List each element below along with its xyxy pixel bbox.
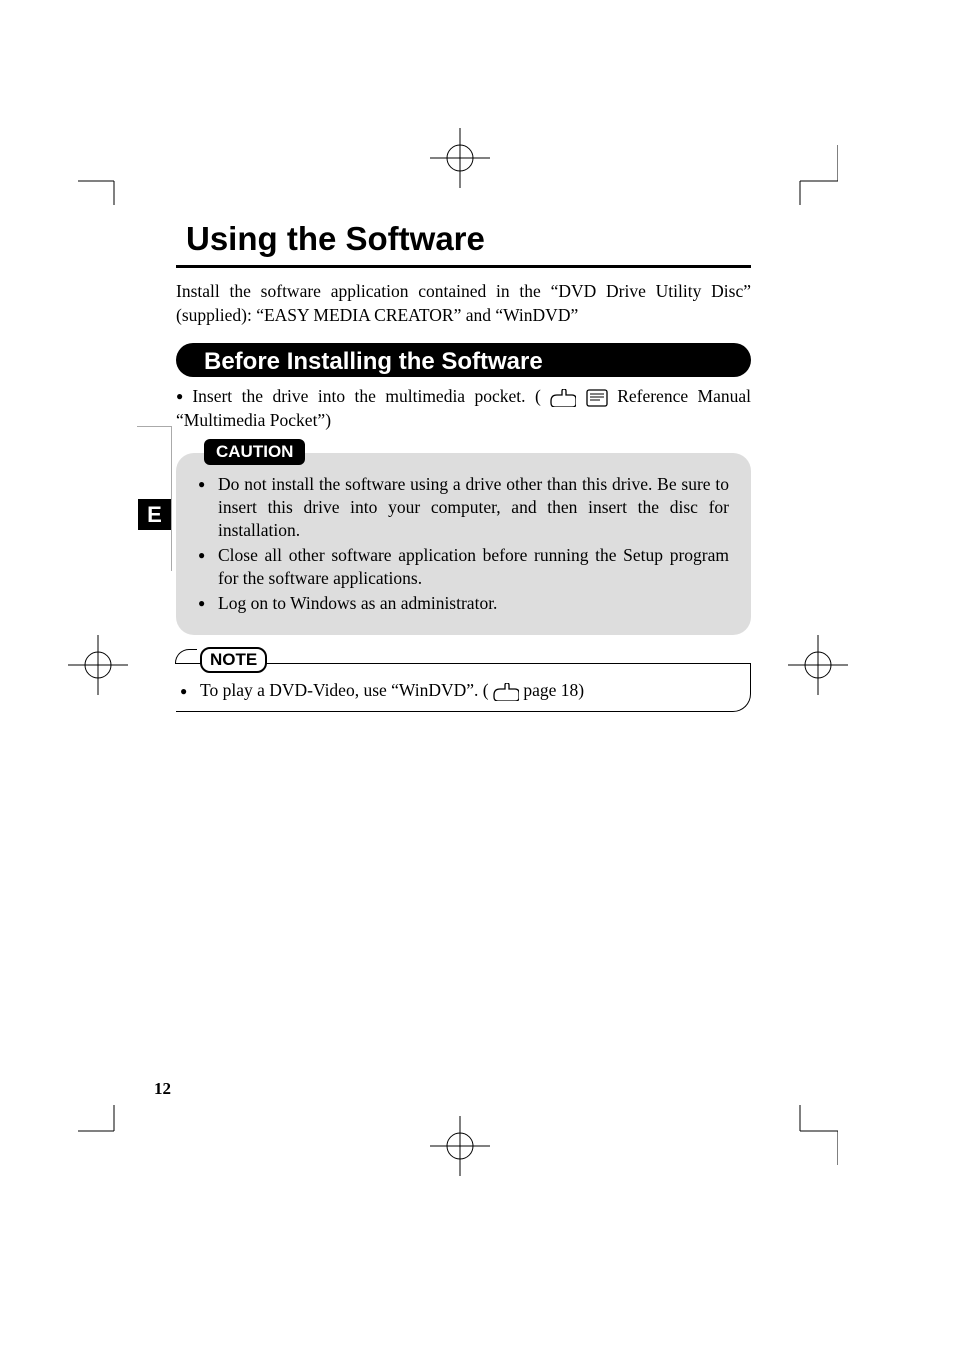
page-number: 12 [154, 1079, 171, 1099]
note-item-pre: To play a DVD-Video, use “WinDVD”. ( [200, 680, 489, 700]
intro-text: Install the software application contain… [176, 280, 751, 327]
section-header-text: Before Installing the Software [198, 343, 751, 379]
side-tab: E [138, 499, 171, 530]
hand-pointing-icon [550, 389, 576, 407]
caution-item: Close all other software application bef… [198, 544, 729, 590]
note-block: NOTE To play a DVD-Video, use “WinDVD”. … [176, 663, 751, 712]
hand-pointing-icon [493, 683, 519, 701]
note-item-post: page 18) [523, 680, 584, 700]
section-header: Before Installing the Software [176, 343, 751, 377]
note-label: NOTE [200, 647, 267, 673]
caution-item: Log on to Windows as an administrator. [198, 592, 729, 615]
note-item: To play a DVD-Video, use “WinDVD”. ( pag… [180, 680, 745, 701]
caution-block: CAUTION Do not install the software usin… [176, 453, 751, 636]
page-title: Using the Software [176, 220, 751, 262]
caution-item: Do not install the software using a driv… [198, 473, 729, 542]
insert-drive-paragraph: Insert the drive into the multimedia poc… [176, 385, 751, 432]
document-icon [586, 389, 608, 407]
caution-label: CAUTION [204, 439, 305, 465]
title-rule [176, 265, 751, 268]
insert-drive-pre: Insert the drive into the multimedia poc… [192, 386, 541, 406]
